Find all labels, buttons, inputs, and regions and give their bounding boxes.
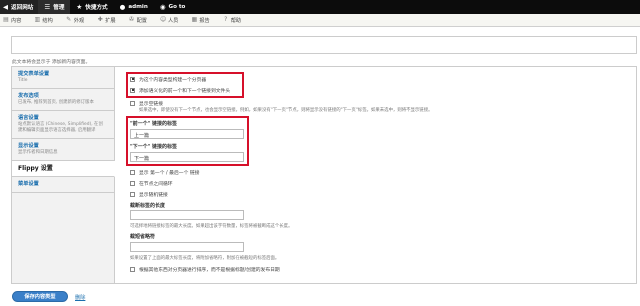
shortcuts-tab[interactable]: ★ 快捷方式: [70, 0, 113, 14]
user-tab[interactable]: ● admin: [114, 0, 154, 14]
vtab-language[interactable]: 语言设置 站点默认语言 (Chinese, Simplified), 在创建和编…: [12, 111, 114, 139]
vtab-submission[interactable]: 提交表单设置 Title: [12, 67, 114, 89]
star-icon: ★: [76, 2, 83, 11]
menu-item-people[interactable]: ☺ 人员: [160, 17, 178, 24]
flippy-settings-pane: 为这个内容类型构建一个分页器 添加语义化的前一个和下一个链接到文件头 显示空链接…: [115, 66, 637, 284]
first-last-option: 显示 第一个 / 最后一个 链接: [130, 169, 199, 176]
menu-item-structure[interactable]: ▥ 结构: [34, 16, 53, 24]
help-text-description: 此文本将会显示于 添加新内容页面。: [12, 60, 91, 65]
sort-checkbox[interactable]: [130, 266, 135, 272]
admin-menu-bar: ▤ 内容 ▥ 结构 ✎ 外观 ✚ 扩展 ✇ 配置 ☺ 人员 ▦ 报告 ? 帮助: [0, 14, 640, 27]
help-text-textarea[interactable]: [11, 36, 637, 54]
admin-toolbar: ◀ 返回网站 ☰ 管理 ★ 快捷方式 ● admin ◉ Go to: [0, 0, 640, 14]
wrench-icon: ✇: [129, 16, 135, 23]
ellipsis-input[interactable]: [130, 242, 244, 252]
back-to-site-link[interactable]: ◀ 返回网站: [0, 0, 39, 14]
goto-icon: ◉: [159, 2, 166, 11]
manage-tab[interactable]: ☰ 管理: [38, 0, 71, 14]
random-option: 显示随机链接: [130, 191, 168, 198]
reports-icon: ▦: [191, 16, 198, 23]
loop-checkbox[interactable]: [130, 180, 135, 186]
loop-option: 在节点之间循环: [130, 180, 173, 187]
back-arrow-icon: ◀: [3, 2, 8, 11]
content-icon: ▤: [3, 16, 9, 23]
goto-tab[interactable]: ◉ Go to: [154, 0, 192, 14]
vtab-flippy[interactable]: Flippy 设置: [12, 161, 115, 177]
puzzle-icon: ✚: [97, 16, 103, 23]
vtab-display[interactable]: 显示设置 显示作者和日期信息: [12, 139, 114, 161]
truncate-title: 截断标签的长度: [130, 203, 166, 209]
delete-link[interactable]: 删除: [75, 294, 85, 301]
show-empty-option: 显示空链接: [130, 100, 163, 107]
menu-item-config[interactable]: ✇ 配置: [129, 17, 147, 24]
structure-icon: ▥: [34, 16, 41, 23]
appearance-icon: ✎: [66, 16, 72, 23]
ellipsis-title: 截短省略符: [130, 234, 156, 240]
highlight-box-checkboxes: [126, 72, 244, 98]
menu-item-reports[interactable]: ▦ 报告: [191, 16, 210, 24]
menu-item-extend[interactable]: ✚ 扩展: [97, 16, 116, 24]
vtab-menu[interactable]: 菜单设置: [12, 177, 114, 193]
ellipsis-description: 如果设置了上面的最大标签长度，将附加省略符，附加在被截短的标签后面。: [130, 256, 280, 261]
sort-option: 根据其他东西对分页器进行排序，而不是根据标题/创建的发布日期: [130, 266, 280, 273]
vtab-publishing[interactable]: 发布选项 已发布, 推荐到首页, 创建新的修订版本: [12, 89, 114, 111]
user-icon: ●: [119, 2, 126, 11]
truncate-description: 可选择地将链接标签的最大长度。如果超出该字符数量，标签将被截断成这个长度。: [130, 224, 293, 229]
show-empty-description: 如果选中，即使没有下一个节点，也会显示空链接。例如，如果没有"下一页"节点，则将…: [139, 108, 433, 113]
menu-item-appearance[interactable]: ✎ 外观: [66, 17, 84, 24]
people-icon: ☺: [159, 16, 167, 23]
show-empty-checkbox[interactable]: [130, 100, 135, 106]
truncate-input[interactable]: [130, 210, 244, 220]
menu-icon: ☰: [44, 2, 51, 11]
random-checkbox[interactable]: [130, 191, 135, 197]
highlight-box-labels: [126, 116, 249, 166]
vertical-tabs: 提交表单设置 Title 发布选项 已发布, 推荐到首页, 创建新的修订版本 语…: [11, 66, 115, 284]
help-icon: ?: [224, 16, 228, 23]
menu-item-help[interactable]: ? 帮助: [223, 17, 241, 24]
save-content-type-button[interactable]: 保存内容类型: [12, 291, 68, 302]
first-last-checkbox[interactable]: [130, 169, 135, 175]
menu-item-content[interactable]: ▤ 内容: [3, 17, 21, 24]
